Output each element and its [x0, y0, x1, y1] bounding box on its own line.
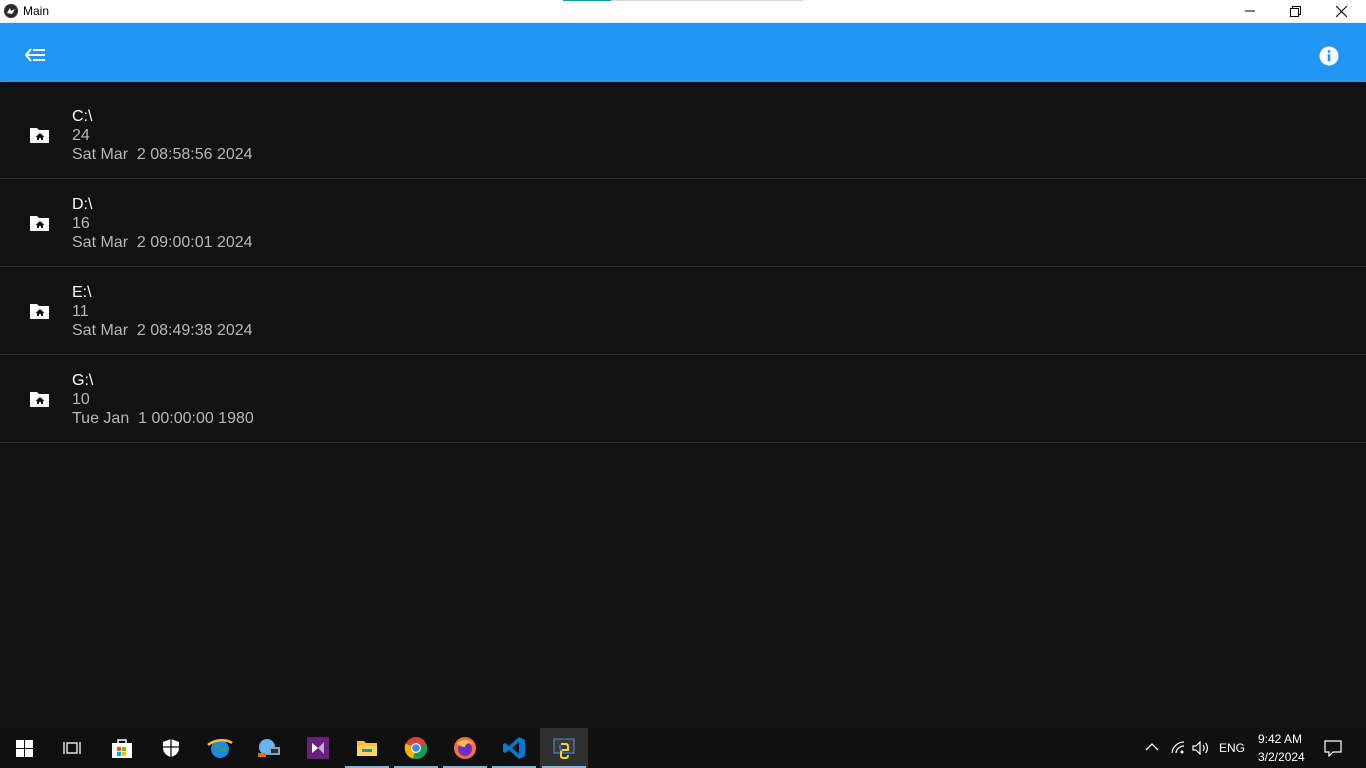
drive-list-item[interactable]: E:\ 11 Sat Mar 2 08:49:38 2024 — [0, 267, 1366, 355]
restore-button[interactable] — [1272, 0, 1318, 22]
drive-name: G:\ — [72, 372, 94, 389]
folder-home-icon — [30, 304, 49, 319]
app-toolbar — [0, 23, 1366, 82]
drive-item-count: 10 — [72, 391, 90, 408]
windows-taskbar: ENG 9:42 AM 3/2/2024 — [0, 728, 1366, 768]
title-progress-strip — [563, 0, 803, 1]
notifications-icon[interactable] — [1324, 740, 1342, 757]
folder-home-icon — [30, 216, 49, 231]
drive-modified-date: Sat Mar 2 08:58:56 2024 — [72, 146, 253, 163]
window-title: Main — [23, 4, 50, 18]
drive-item-count: 24 — [72, 127, 90, 144]
python-icon[interactable] — [540, 728, 588, 768]
drive-modified-date: Tue Jan 1 00:00:00 1980 — [72, 410, 254, 427]
task-view-icon[interactable] — [48, 728, 96, 768]
volume-icon[interactable] — [1192, 741, 1210, 755]
file-explorer-icon[interactable] — [343, 728, 391, 768]
clock-date[interactable]: 3/2/2024 — [1258, 750, 1305, 764]
window-titlebar: Main — [0, 0, 1366, 23]
close-button[interactable] — [1318, 0, 1364, 22]
drive-item-count: 16 — [72, 215, 90, 232]
drive-modified-date: Sat Mar 2 08:49:38 2024 — [72, 322, 253, 339]
folder-home-icon — [30, 128, 49, 143]
info-icon[interactable] — [1318, 45, 1340, 67]
drive-name: E:\ — [72, 284, 92, 301]
globe-app-icon[interactable] — [196, 728, 244, 768]
drive-list-item[interactable]: C:\ 24 Sat Mar 2 08:58:56 2024 — [0, 91, 1366, 179]
folder-home-icon — [30, 392, 49, 407]
wifi-icon[interactable] — [1170, 741, 1186, 755]
drive-name: D:\ — [72, 196, 93, 213]
store-icon[interactable] — [98, 728, 146, 768]
start-icon[interactable] — [0, 728, 48, 768]
drive-name: C:\ — [72, 108, 93, 125]
network-app-icon[interactable] — [245, 728, 293, 768]
visual-studio-icon[interactable] — [294, 728, 342, 768]
language-indicator[interactable]: ENG — [1219, 741, 1245, 755]
drive-list: C:\ 24 Sat Mar 2 08:58:56 2024 D:\ 16 Sa… — [0, 91, 1366, 443]
clock-time[interactable]: 9:42 AM — [1258, 732, 1302, 746]
back-menu-icon[interactable] — [22, 43, 50, 67]
drive-item-count: 11 — [72, 303, 89, 320]
drive-list-item[interactable]: G:\ 10 Tue Jan 1 00:00:00 1980 — [0, 355, 1366, 443]
security-icon[interactable] — [147, 728, 195, 768]
minimize-button[interactable] — [1227, 0, 1273, 22]
chevron-up-icon[interactable] — [1145, 742, 1159, 752]
drive-modified-date: Sat Mar 2 09:00:01 2024 — [72, 234, 253, 251]
vscode-icon[interactable] — [490, 728, 538, 768]
kivy-app-icon — [4, 4, 18, 18]
drive-list-item[interactable]: D:\ 16 Sat Mar 2 09:00:01 2024 — [0, 179, 1366, 267]
chrome-icon[interactable] — [392, 728, 440, 768]
firefox-icon[interactable] — [441, 728, 489, 768]
